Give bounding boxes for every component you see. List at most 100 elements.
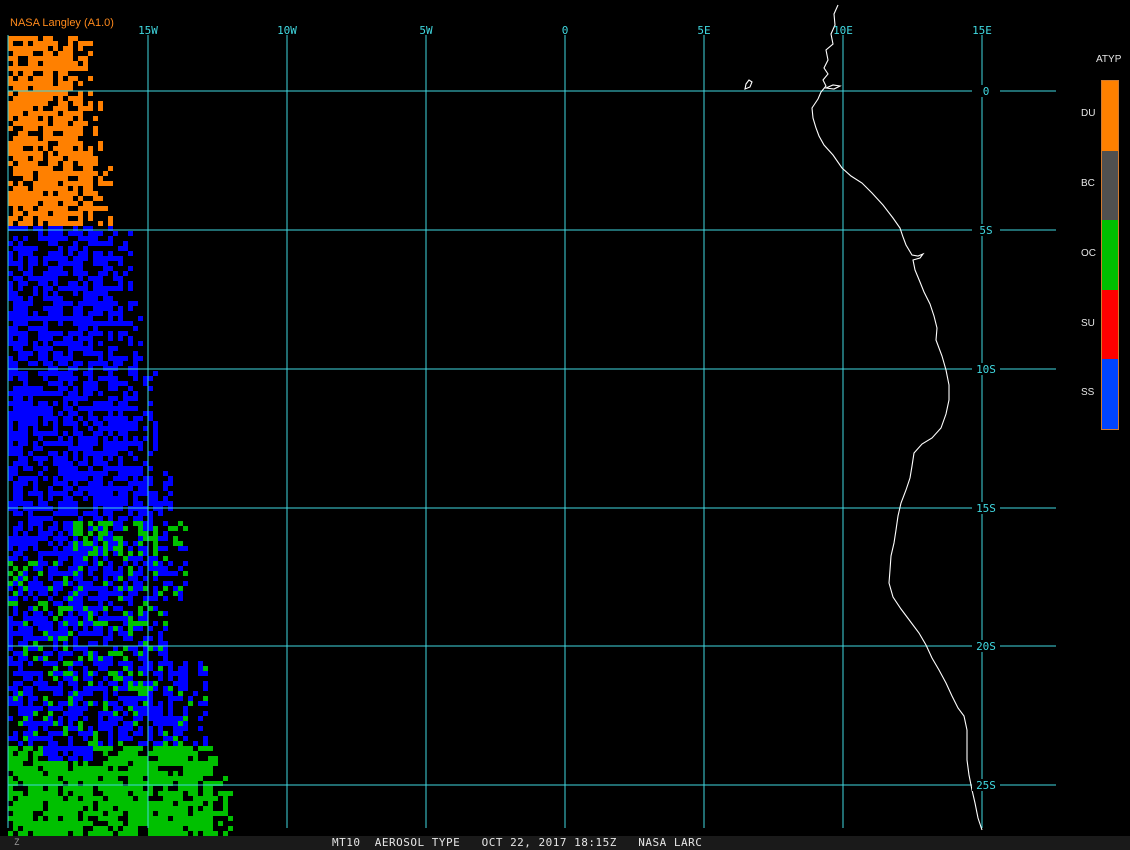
aerosol-pixel	[23, 201, 28, 206]
aerosol-pixel	[63, 766, 68, 771]
aerosol-pixel	[123, 711, 128, 716]
aerosol-pixel	[183, 811, 188, 816]
aerosol-pixel	[68, 476, 73, 481]
aerosol-pixel	[203, 671, 208, 676]
aerosol-pixel	[18, 481, 23, 486]
aerosol-pixel	[198, 811, 203, 816]
aerosol-pixel	[173, 791, 178, 796]
aerosol-pixel	[8, 541, 13, 546]
aerosol-pixel	[113, 616, 118, 621]
aerosol-pixel	[108, 316, 113, 321]
aerosol-pixel	[118, 726, 123, 731]
aerosol-pixel	[58, 686, 63, 691]
aerosol-pixel	[98, 786, 103, 791]
aerosol-pixel	[128, 556, 133, 561]
aerosol-pixel	[98, 546, 103, 551]
aerosol-pixel	[58, 126, 63, 131]
aerosol-pixel	[158, 816, 163, 821]
aerosol-pixel	[78, 431, 83, 436]
aerosol-pixel	[108, 591, 113, 596]
aerosol-pixel	[168, 481, 173, 486]
aerosol-pixel	[23, 716, 28, 721]
aerosol-pixel	[103, 751, 108, 756]
aerosol-pixel	[128, 706, 133, 711]
aerosol-pixel	[53, 561, 58, 566]
aerosol-pixel	[138, 651, 143, 656]
aerosol-pixel	[143, 381, 148, 386]
aerosol-pixel	[43, 721, 48, 726]
aerosol-pixel	[73, 386, 78, 391]
aerosol-pixel	[23, 171, 28, 176]
aerosol-pixel	[138, 801, 143, 806]
aerosol-pixel	[168, 746, 173, 751]
aerosol-pixel	[163, 691, 168, 696]
aerosol-pixel	[23, 411, 28, 416]
aerosol-pixel	[138, 611, 143, 616]
aerosol-pixel	[28, 71, 33, 76]
aerosol-pixel	[183, 526, 188, 531]
aerosol-pixel	[63, 496, 68, 501]
aerosol-pixel	[178, 786, 183, 791]
aerosol-pixel	[173, 821, 178, 826]
aerosol-pixel	[113, 626, 118, 631]
aerosol-pixel	[113, 686, 118, 691]
aerosol-pixel	[128, 576, 133, 581]
aerosol-pixel	[183, 736, 188, 741]
aerosol-pixel	[108, 756, 113, 761]
aerosol-pixel	[138, 536, 143, 541]
aerosol-pixel	[48, 306, 53, 311]
aerosol-pixel	[73, 796, 78, 801]
aerosol-pixel	[163, 796, 168, 801]
aerosol-pixel	[163, 521, 168, 526]
aerosol-pixel	[8, 446, 13, 451]
aerosol-pixel	[23, 191, 28, 196]
aerosol-pixel	[13, 596, 18, 601]
aerosol-pixel	[43, 626, 48, 631]
aerosol-pixel	[138, 696, 143, 701]
aerosol-pixel	[48, 346, 53, 351]
aerosol-pixel	[63, 126, 68, 131]
aerosol-pixel	[58, 66, 63, 71]
aerosol-pixel	[43, 536, 48, 541]
aerosol-pixel	[58, 306, 63, 311]
aerosol-pixel	[163, 746, 168, 751]
aerosol-pixel	[63, 431, 68, 436]
aerosol-pixel	[193, 756, 198, 761]
aerosol-pixel	[143, 681, 148, 686]
aerosol-pixel	[38, 91, 43, 96]
aerosol-pixel	[18, 581, 23, 586]
aerosol-pixel	[48, 811, 53, 816]
aerosol-pixel	[48, 71, 53, 76]
aerosol-pixel	[78, 286, 83, 291]
aerosol-pixel	[8, 586, 13, 591]
aerosol-pixel	[28, 691, 33, 696]
aerosol-pixel	[28, 396, 33, 401]
aerosol-pixel	[98, 181, 103, 186]
aerosol-pixel	[73, 676, 78, 681]
longitude-label: 15E	[972, 24, 992, 37]
aerosol-pixel	[58, 391, 63, 396]
aerosol-pixel	[13, 821, 18, 826]
aerosol-pixel	[183, 571, 188, 576]
aerosol-pixel	[23, 771, 28, 776]
aerosol-pixel	[8, 696, 13, 701]
aerosol-pixel	[83, 646, 88, 651]
aerosol-pixel	[23, 461, 28, 466]
aerosol-pixel	[23, 656, 28, 661]
aerosol-pixel	[38, 141, 43, 146]
aerosol-pixel	[93, 261, 98, 266]
aerosol-pixel	[128, 466, 133, 471]
aerosol-pixel	[23, 541, 28, 546]
aerosol-pixel	[88, 276, 93, 281]
aerosol-pixel	[228, 791, 233, 796]
aerosol-pixel	[48, 41, 53, 46]
aerosol-pixel	[18, 486, 23, 491]
aerosol-pixel	[13, 36, 18, 41]
aerosol-pixel	[23, 86, 28, 91]
aerosol-pixel	[138, 486, 143, 491]
aerosol-pixel	[128, 671, 133, 676]
aerosol-pixel	[108, 501, 113, 506]
aerosol-pixel	[58, 556, 63, 561]
aerosol-pixel	[123, 756, 128, 761]
aerosol-pixel	[53, 551, 58, 556]
